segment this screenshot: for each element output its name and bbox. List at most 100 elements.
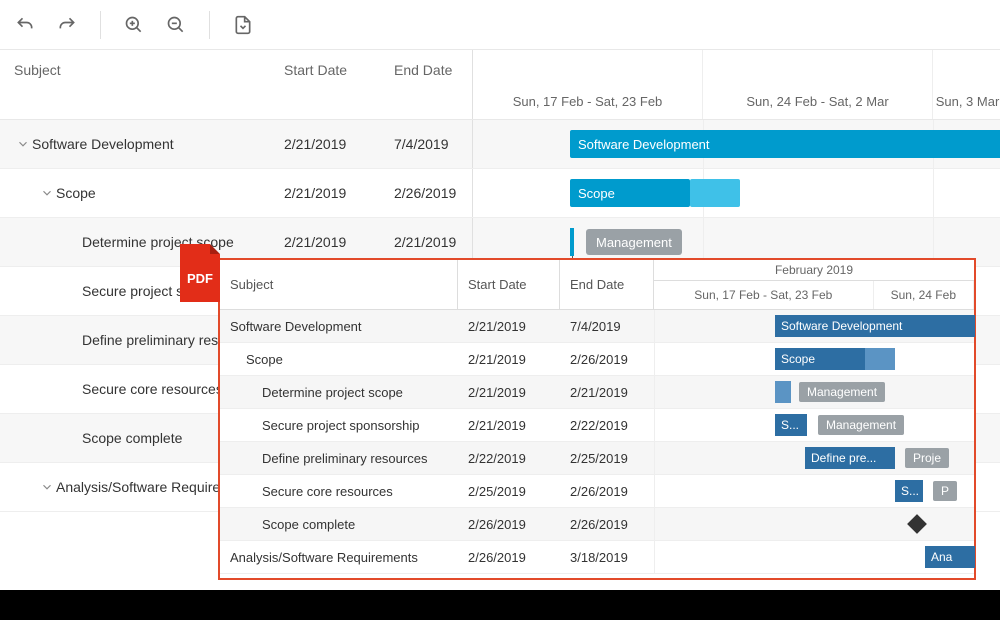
pdf-gantt-bar (775, 381, 791, 403)
zoom-out-button[interactable] (161, 10, 191, 40)
pdf-row-end: 3/18/2019 (560, 550, 654, 565)
pdf-gantt-bar: Scope (775, 348, 865, 370)
column-header-subject[interactable]: Subject (0, 50, 276, 119)
pdf-gantt-bar: Define pre... (805, 447, 895, 469)
zoom-in-icon (124, 15, 144, 35)
pdf-row: Software Development2/21/20197/4/2019Sof… (220, 310, 974, 343)
pdf-gantt-cell: S...Management (654, 409, 974, 441)
pdf-week-label: Sun, 17 Feb - Sat, 23 Feb (654, 281, 874, 309)
pdf-row-end: 7/4/2019 (560, 319, 654, 334)
pdf-row-end: 2/26/2019 (560, 352, 654, 367)
pdf-row: Determine project scope2/21/20192/21/201… (220, 376, 974, 409)
gantt-milestone-tick[interactable] (570, 228, 574, 256)
pdf-gantt-bar: Ana (925, 546, 975, 568)
pdf-row-start: 2/21/2019 (458, 319, 560, 334)
pdf-row-start: 2/21/2019 (458, 385, 560, 400)
pdf-row: Secure project sponsorship2/21/20192/22/… (220, 409, 974, 442)
pdf-row-subject: Software Development (220, 319, 458, 334)
pdf-row-subject: Determine project scope (220, 385, 458, 400)
pdf-gantt-cell: Define pre... Proje (654, 442, 974, 474)
pdf-gantt-cell (654, 508, 974, 540)
pdf-timeline-header: February 2019 Sun, 17 Feb - Sat, 23 FebS… (654, 260, 974, 309)
pdf-row-subject: Secure core resources (220, 484, 458, 499)
toolbar (0, 0, 1000, 50)
pdf-row-subject: Secure project sponsorship (220, 418, 458, 433)
pdf-col-start: Start Date (458, 260, 560, 309)
row-subject: Software Development (32, 136, 174, 152)
pdf-row-subject: Scope complete (220, 517, 458, 532)
pdf-gantt-cell: Software Development (654, 310, 974, 342)
gantt-cell: Software Development (472, 120, 1000, 168)
pdf-row: Define preliminary resources2/22/20192/2… (220, 442, 974, 475)
row-subject: Secure core resources (82, 381, 223, 397)
separator (100, 11, 101, 39)
zoom-in-button[interactable] (119, 10, 149, 40)
redo-button[interactable] (52, 10, 82, 40)
table-row[interactable]: Scope 2/21/20192/26/2019 Scope (0, 169, 1000, 218)
row-start-date: 2/21/2019 (276, 185, 386, 201)
pdf-resource-label: Management (818, 415, 904, 435)
pdf-row-subject: Scope (220, 352, 458, 367)
column-header-start[interactable]: Start Date (276, 50, 386, 119)
gantt-bar-extension[interactable] (690, 179, 740, 207)
row-end-date: 2/21/2019 (386, 234, 472, 250)
pdf-row-start: 2/21/2019 (458, 418, 560, 433)
timeline-column: Sun, 17 Feb - Sat, 23 Feb (473, 50, 703, 119)
pdf-col-subject: Subject (220, 260, 458, 309)
chevron-down-icon[interactable] (38, 478, 56, 496)
gantt-cell: Scope (472, 169, 1000, 217)
pdf-row-start: 2/22/2019 (458, 451, 560, 466)
timeline-column: Sun, 24 Feb - Sat, 2 Mar (703, 50, 933, 119)
table-row[interactable]: Software Development2/21/20197/4/2019Sof… (0, 120, 1000, 169)
pdf-resource-label: Proje (905, 448, 949, 468)
pdf-row: Scope complete2/26/20192/26/2019 (220, 508, 974, 541)
pdf-resource-label: P (933, 481, 957, 501)
chevron-down-icon[interactable] (14, 135, 32, 153)
column-header-row: Subject Start Date End Date Sun, 17 Feb … (0, 50, 1000, 120)
pdf-gantt-bar: Software Development (775, 315, 975, 337)
pdf-row-subject: Define preliminary resources (220, 451, 458, 466)
pdf-row-end: 2/25/2019 (560, 451, 654, 466)
timeline-column: Sun, 3 Mar (933, 50, 1000, 119)
gantt-bar[interactable]: Scope (570, 179, 690, 207)
pdf-gantt-cell: Scope (654, 343, 974, 375)
pdf-row: Secure core resources2/25/20192/26/2019S… (220, 475, 974, 508)
pdf-row-start: 2/25/2019 (458, 484, 560, 499)
zoom-out-icon (166, 15, 186, 35)
undo-button[interactable] (10, 10, 40, 40)
pdf-preview-overlay: PDF Subject Start Date End Date February… (218, 258, 976, 580)
row-subject: Scope complete (82, 430, 182, 446)
pdf-row-end: 2/26/2019 (560, 517, 654, 532)
pdf-gantt-bar: S... (895, 480, 923, 502)
pdf-row-start: 2/21/2019 (458, 352, 560, 367)
timeline-header: Sun, 17 Feb - Sat, 23 FebSun, 24 Feb - S… (472, 50, 1000, 119)
pdf-export-button[interactable] (228, 10, 258, 40)
pdf-row-start: 2/26/2019 (458, 517, 560, 532)
row-end-date: 7/4/2019 (386, 136, 472, 152)
pdf-row-start: 2/26/2019 (458, 550, 560, 565)
pdf-header: Subject Start Date End Date February 201… (220, 260, 974, 310)
resource-label: Management (586, 229, 682, 255)
milestone-diamond-icon (907, 514, 927, 534)
pdf-row-end: 2/21/2019 (560, 385, 654, 400)
pdf-col-end: End Date (560, 260, 654, 309)
pdf-month-label: February 2019 (654, 260, 974, 281)
row-subject: Scope (56, 185, 96, 201)
pdf-rows: Software Development2/21/20197/4/2019Sof… (220, 310, 974, 574)
pdf-export-icon (233, 15, 253, 35)
column-header-end[interactable]: End Date (386, 50, 472, 119)
pdf-week-label: Sun, 24 Feb (874, 281, 974, 309)
pdf-row-end: 2/22/2019 (560, 418, 654, 433)
redo-icon (57, 15, 77, 35)
undo-icon (15, 15, 35, 35)
pdf-resource-label: Management (799, 382, 885, 402)
gantt-bar[interactable]: Software Development (570, 130, 1000, 158)
pdf-row: Analysis/Software Requirements2/26/20193… (220, 541, 974, 574)
pdf-gantt-cell: Management (654, 376, 974, 408)
pdf-row: Scope2/21/20192/26/2019Scope (220, 343, 974, 376)
chevron-down-icon[interactable] (38, 184, 56, 202)
pdf-row-subject: Analysis/Software Requirements (220, 550, 458, 565)
pdf-gantt-cell: Ana (654, 541, 974, 573)
pdf-gantt-cell: S... P (654, 475, 974, 507)
row-end-date: 2/26/2019 (386, 185, 472, 201)
